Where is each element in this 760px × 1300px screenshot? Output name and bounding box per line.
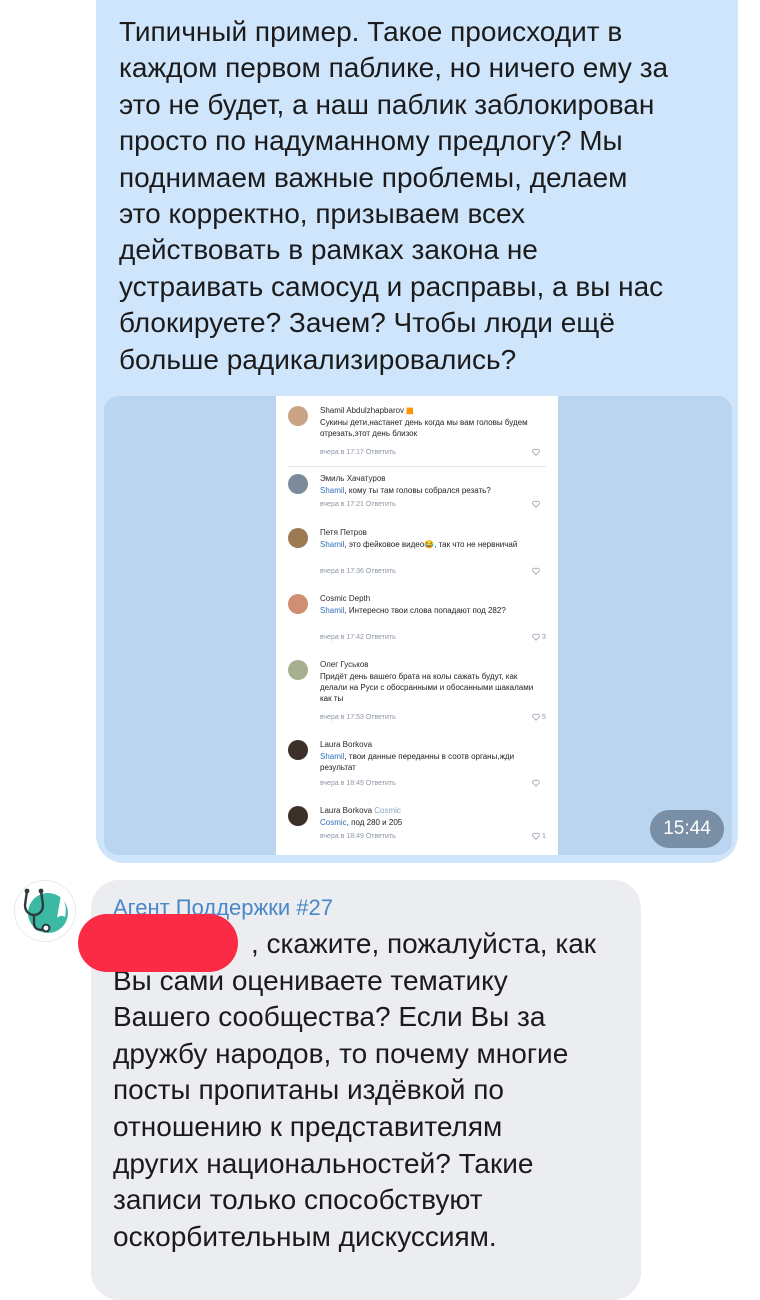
commenter-avatar xyxy=(288,740,308,760)
like-button[interactable] xyxy=(532,500,540,509)
commenter-avatar xyxy=(288,406,308,426)
comment-meta: вчера в 17:53 Ответить xyxy=(320,714,396,721)
commenter-avatar xyxy=(288,806,308,826)
heart-icon xyxy=(532,500,540,508)
heart-icon xyxy=(532,633,540,641)
heart-icon xyxy=(532,567,540,575)
comment-meta: вчера в 17:21 Ответить xyxy=(320,501,396,508)
incoming-message-text: , скажите, пожалуйста, как Вы сами оцени… xyxy=(113,928,597,1252)
comment-text: Придёт день вашего брата на колы сажать … xyxy=(320,672,534,703)
comment-meta: вчера в 17:17 Ответить xyxy=(320,449,396,456)
mention-link[interactable]: Shamil xyxy=(320,486,344,495)
like-button[interactable] xyxy=(532,448,540,457)
divider xyxy=(288,466,546,467)
commenter-name: Олег Гуськов xyxy=(320,660,369,669)
comment-text: Cosmic, под 280 и 205 xyxy=(320,818,403,827)
like-button[interactable] xyxy=(532,779,540,788)
like-button[interactable]: 3 xyxy=(532,633,546,642)
outgoing-message-text: Типичный пример. Такое происходит в кажд… xyxy=(119,16,669,375)
stethoscope-icon xyxy=(23,888,68,933)
heart-icon xyxy=(532,832,540,840)
mention-link[interactable]: Shamil xyxy=(320,752,344,761)
mention-link[interactable]: Shamil xyxy=(320,606,344,615)
commenter-name: Петя Петров xyxy=(320,528,367,537)
commenter-avatar xyxy=(288,660,308,680)
commenter-name: Laura Borkova Cosmic xyxy=(320,806,401,815)
attached-image[interactable]: Shamil Abdulzhapbarov 🟧 Сукины дети,наст… xyxy=(104,396,732,855)
comment-meta: вчера в 18:49 Ответить xyxy=(320,833,396,840)
message-timestamp: 15:44 xyxy=(650,810,724,848)
comment-text: Сукины дети,настанет день когда мы вам г… xyxy=(320,418,528,438)
badge-icon: 🟧 xyxy=(406,409,414,415)
commenter-name: Эмиль Хачатуров xyxy=(320,474,386,483)
like-count: 3 xyxy=(541,634,546,641)
commenter-name: Cosmic Depth xyxy=(320,594,371,603)
mention-link[interactable]: Cosmic xyxy=(320,818,347,827)
commenter-avatar xyxy=(288,474,308,494)
commenter-name: Laura Borkova xyxy=(320,740,373,749)
like-button[interactable]: 5 xyxy=(532,713,546,722)
comment-text: Shamil, Интересно твои слова попадают по… xyxy=(320,606,506,615)
like-button[interactable]: 1 xyxy=(532,832,546,841)
commenter-avatar xyxy=(288,594,308,614)
redaction-mark xyxy=(78,914,238,972)
like-count: 5 xyxy=(541,714,546,721)
comment-meta: вчера в 18:49 Ответить xyxy=(320,780,396,787)
mention-link[interactable]: Shamil xyxy=(320,540,344,549)
like-button[interactable] xyxy=(532,567,540,576)
comment-meta: вчера в 17:36 Ответить xyxy=(320,568,396,575)
heart-icon xyxy=(532,713,540,721)
support-agent-avatar[interactable] xyxy=(14,880,76,942)
comment-meta: вчера в 17:42 Ответить xyxy=(320,634,396,641)
commenter-name: Shamil Abdulzhapbarov 🟧 xyxy=(320,406,414,415)
comment-text: Shamil, твои данные переданны в соотв ор… xyxy=(320,752,515,772)
heart-icon xyxy=(532,448,540,456)
like-count: 1 xyxy=(541,833,546,840)
comment-screenshot: Shamil Abdulzhapbarov 🟧 Сукины дети,наст… xyxy=(276,396,558,855)
commenter-avatar xyxy=(288,528,308,548)
comment-text: Shamil, кому ты там головы собрался реза… xyxy=(320,486,491,495)
comment-text: Shamil, это фейковое видео😂, так что не … xyxy=(320,540,518,549)
heart-icon xyxy=(532,779,540,787)
